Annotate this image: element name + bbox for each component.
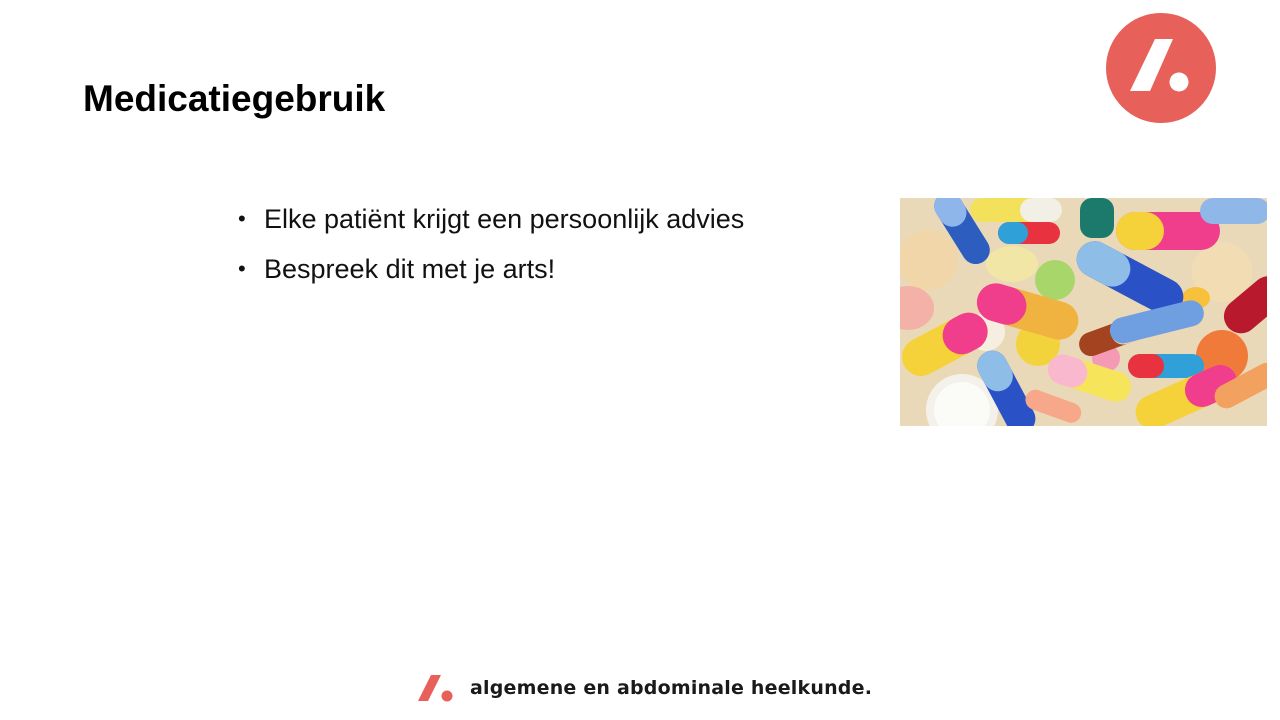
bullet-glyph: •	[238, 206, 246, 231]
slide: Medicatiegebruik • Elke patiënt krijgt e…	[0, 0, 1280, 720]
slash-dot-logo-icon	[418, 675, 453, 702]
slide-title: Medicatiegebruik	[83, 78, 386, 119]
footer-brand-text: algemene en abdominale heelkunde.	[470, 677, 873, 699]
bullet-list: • Elke patiënt krijgt een persoonlijk ad…	[238, 197, 744, 297]
bullet-text: Elke patiënt krijgt een persoonlijk advi…	[264, 204, 745, 234]
slash-dot-logo-icon	[1106, 13, 1216, 123]
pills-photo	[900, 198, 1267, 426]
bullet-item: • Bespreek dit met je arts!	[238, 247, 744, 297]
bullet-glyph: •	[238, 256, 246, 281]
bullet-text: Bespreek dit met je arts!	[264, 254, 556, 284]
bullet-item: • Elke patiënt krijgt een persoonlijk ad…	[238, 197, 744, 247]
footer: algemene en abdominale heelkunde.	[418, 672, 872, 704]
